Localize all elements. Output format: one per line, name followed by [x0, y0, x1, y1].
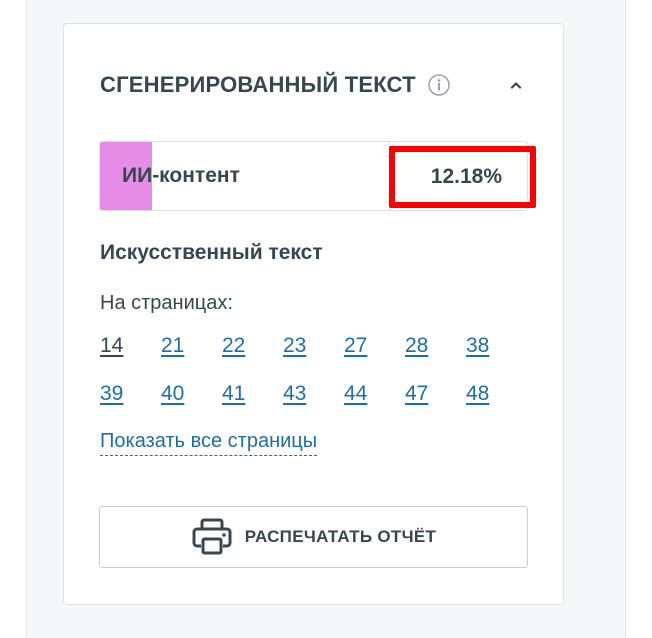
page-link-43[interactable]: 43	[283, 382, 344, 430]
page-link-44[interactable]: 44	[344, 382, 405, 430]
page-link-23[interactable]: 23	[283, 334, 344, 382]
print-report-label: РАСПЕЧАТАТЬ ОТЧЁТ	[244, 527, 437, 546]
card-header: СГЕНЕРИРОВАННЫЙ ТЕКСТ	[100, 68, 533, 102]
page-link-40[interactable]: 40	[161, 382, 222, 430]
page-link-22[interactable]: 22	[222, 334, 283, 382]
page-link-28[interactable]: 28	[405, 334, 466, 382]
artificial-text-heading: Искусственный текст	[100, 241, 323, 264]
printer-icon	[192, 518, 232, 555]
pages-label: На страницах:	[100, 292, 233, 314]
page-link-21[interactable]: 21	[161, 334, 222, 382]
print-report-button[interactable]: РАСПЕЧАТАТЬ ОТЧЁТ	[99, 506, 528, 568]
page-link-27[interactable]: 27	[344, 334, 405, 382]
generated-text-card: СГЕНЕРИРОВАННЫЙ ТЕКСТ ИИ-контент 12.18% …	[63, 23, 564, 605]
page-links-row: 14 21 22 23 27 28 38	[100, 334, 530, 382]
ai-content-value-highlight: 12.18%	[389, 146, 536, 208]
page-link-48[interactable]: 48	[466, 382, 527, 430]
info-icon[interactable]	[427, 74, 450, 96]
page-links-grid: 14 21 22 23 27 28 38 39 40 41 43 44 47 48	[100, 334, 530, 430]
page-link-41[interactable]: 41	[222, 382, 283, 430]
page-link-38[interactable]: 38	[466, 334, 527, 382]
show-all-pages-link[interactable]: Показать все страницы	[100, 430, 318, 456]
page-link-47[interactable]: 47	[405, 382, 466, 430]
page-links-row: 39 40 41 43 44 47 48	[100, 382, 530, 430]
ai-content-label: ИИ-контент	[122, 164, 240, 187]
ai-content-value: 12.18%	[430, 165, 502, 188]
card-title: СГЕНЕРИРОВАННЫЙ ТЕКСТ	[100, 72, 416, 97]
page-link-39[interactable]: 39	[100, 382, 161, 430]
chevron-up-icon[interactable]	[505, 74, 527, 96]
page-link-14[interactable]: 14	[100, 334, 161, 382]
